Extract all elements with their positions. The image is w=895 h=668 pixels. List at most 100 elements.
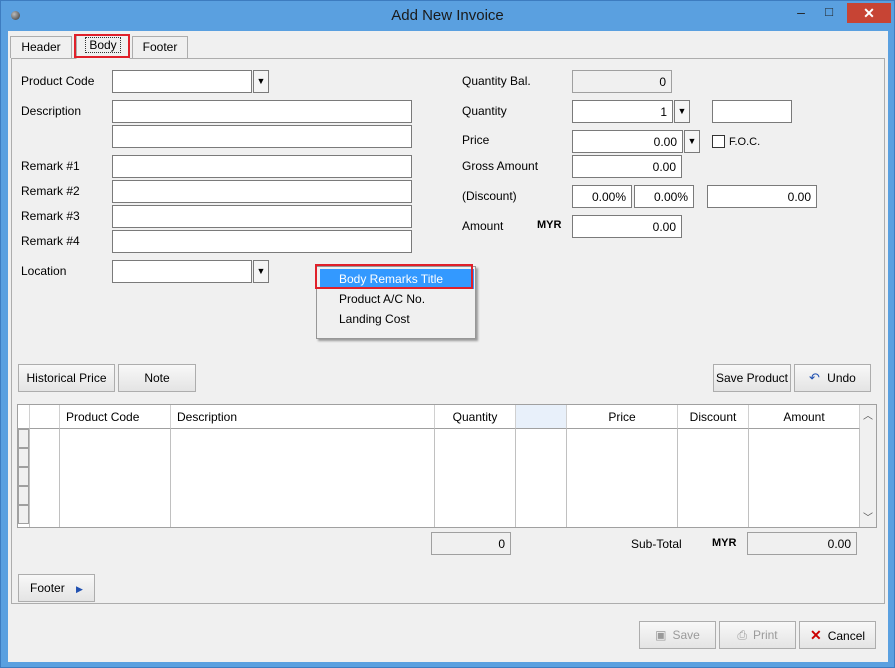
remark3-label: Remark #3 [21, 209, 80, 223]
discount-amount-input[interactable]: 0.00 [707, 185, 817, 208]
quantity-bal-field: 0 [572, 70, 672, 93]
title-bar[interactable]: Add New Invoice – □ ✕ [1, 1, 894, 31]
scroll-down-icon[interactable]: ﹀ [863, 509, 873, 524]
minimize-button[interactable]: – [791, 4, 811, 22]
price-dropdown[interactable]: ▼ [684, 130, 700, 153]
amount-currency: MYR [537, 219, 562, 231]
subtotal-field: 0.00 [747, 532, 857, 555]
grid-row-header[interactable] [18, 505, 29, 524]
description-label: Description [21, 104, 82, 118]
tab-footer[interactable]: Footer [132, 36, 188, 58]
print-label: Print [752, 628, 778, 642]
print-button[interactable]: ⎙ Print [719, 621, 796, 649]
invoice-window: Add New Invoice – □ ✕ Header Body Footer… [0, 0, 895, 668]
remark1-input[interactable] [112, 155, 412, 178]
remark1-label: Remark #1 [21, 159, 80, 173]
remark4-label: Remark #4 [21, 234, 80, 248]
save-product-button[interactable]: Save Product [713, 364, 791, 392]
undo-icon: ↶ [809, 370, 820, 385]
grid-line [434, 429, 435, 527]
undo-button[interactable]: ↶ Undo [794, 364, 871, 392]
grid-col-discount[interactable]: Discount [678, 405, 749, 429]
footer-nav-label: Footer [30, 581, 65, 595]
description-line1-input[interactable] [112, 100, 412, 123]
cancel-label: Cancel [827, 629, 866, 643]
grid-line [748, 429, 749, 527]
window-title: Add New Invoice [391, 7, 504, 24]
scroll-up-icon[interactable]: ︿ [863, 407, 873, 422]
quantity-bal-label: Quantity Bal. [462, 74, 531, 88]
subtotal-label: Sub-Total [631, 537, 682, 551]
grid-row-header[interactable] [18, 486, 29, 505]
save-icon: ▣ [655, 628, 667, 642]
cancel-x-icon: ✕ [809, 627, 822, 643]
grid-col-empty[interactable] [516, 405, 567, 429]
body-tab-panel: Product Code ▼ Description Remark #1 Rem… [11, 58, 885, 604]
description-line2-input[interactable] [112, 125, 412, 148]
quantity-total-field: 0 [431, 532, 511, 555]
grid-scrollbar[interactable]: ︿ ﹀ [860, 405, 876, 527]
remark3-input[interactable] [112, 205, 412, 228]
discount-label: (Discount) [462, 189, 517, 203]
window-client-area: Header Body Footer Product Code ▼ Descri… [8, 31, 888, 662]
menu-highlight [315, 264, 473, 289]
foc-label: F.O.C. [729, 136, 761, 148]
tab-body-highlight [74, 34, 130, 58]
undo-label: Undo [827, 371, 856, 385]
tab-label: Footer [142, 40, 178, 54]
save-button[interactable]: ▣ Save [639, 621, 716, 649]
grid-line [170, 429, 171, 527]
grid-row-header[interactable] [18, 448, 29, 467]
save-label: Save [672, 628, 700, 642]
cancel-button[interactable]: ✕ Cancel [799, 621, 876, 649]
price-label: Price [462, 133, 490, 147]
grid-row-header[interactable] [18, 467, 29, 486]
grid-col-amount[interactable]: Amount [749, 405, 860, 429]
grid-col-description[interactable]: Description [171, 405, 435, 429]
historical-price-button[interactable]: Historical Price [18, 364, 115, 392]
maximize-button[interactable]: □ [819, 4, 839, 22]
remark2-input[interactable] [112, 180, 412, 203]
grid-row-header[interactable] [18, 429, 29, 448]
grid-col-product-code[interactable]: Product Code [60, 405, 171, 429]
grid-line [566, 429, 567, 527]
note-button[interactable]: Note [118, 364, 196, 392]
foc-checkbox[interactable] [712, 135, 725, 148]
price-input[interactable]: 0.00 [572, 130, 683, 153]
location-input[interactable] [112, 260, 252, 283]
quantity-label: Quantity [462, 104, 507, 118]
location-dropdown[interactable]: ▼ [253, 260, 269, 283]
grid-col-price[interactable]: Price [567, 405, 678, 429]
grid-corner [18, 405, 30, 429]
arrow-right-icon: ▶ [76, 584, 83, 594]
printer-icon: ⎙ [737, 628, 747, 642]
product-code-input[interactable] [112, 70, 252, 93]
footer-nav-button[interactable]: Footer ▶ [18, 574, 95, 602]
discount-pct2-input[interactable]: 0.00% [634, 185, 694, 208]
close-window-button[interactable]: ✕ [847, 3, 891, 23]
amount-field: 0.00 [572, 215, 682, 238]
quantity-input[interactable]: 1 [572, 100, 673, 123]
tab-header[interactable]: Header [10, 36, 72, 58]
discount-pct1-input[interactable]: 0.00% [572, 185, 632, 208]
grid-line [29, 429, 30, 527]
subtotal-currency: MYR [712, 537, 737, 549]
gross-amount-field: 0.00 [572, 155, 682, 178]
product-code-dropdown[interactable]: ▼ [253, 70, 269, 93]
location-label: Location [21, 264, 67, 278]
grid-col-blank [30, 405, 60, 429]
menu-item-landing-cost[interactable]: Landing Cost [320, 309, 474, 329]
remark2-label: Remark #2 [21, 184, 80, 198]
grid-line [677, 429, 678, 527]
quantity-extra-input[interactable] [712, 100, 792, 123]
grid-line [59, 429, 60, 527]
quantity-dropdown[interactable]: ▼ [674, 100, 690, 123]
remark4-input[interactable] [112, 230, 412, 253]
menu-item-product-ac-no[interactable]: Product A/C No. [320, 289, 474, 309]
grid-line [515, 429, 516, 527]
amount-label: Amount [462, 219, 504, 233]
tab-label: Header [21, 40, 61, 54]
grid-col-quantity[interactable]: Quantity [435, 405, 516, 429]
product-code-label: Product Code [21, 74, 95, 88]
items-grid[interactable]: Product Code Description Quantity Price … [17, 404, 877, 528]
